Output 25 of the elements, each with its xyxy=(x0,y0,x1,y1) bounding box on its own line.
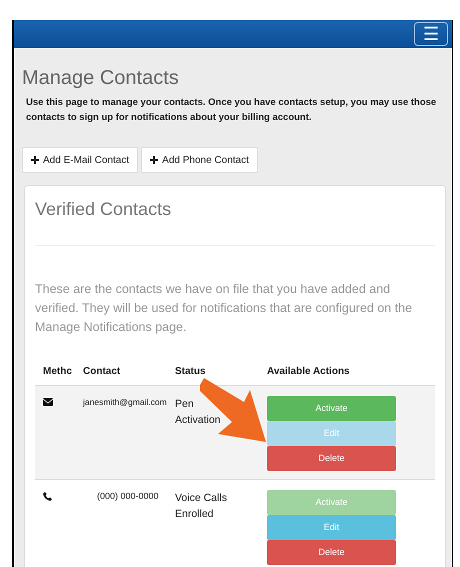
plus-icon xyxy=(31,156,39,164)
menu-button[interactable]: ☰ xyxy=(414,22,448,46)
panel-title: Verified Contacts xyxy=(35,198,172,221)
edit-button[interactable]: Edit xyxy=(267,515,396,540)
activate-button[interactable]: Activate xyxy=(267,396,396,421)
envelope-icon xyxy=(43,398,53,406)
add-contact-button[interactable]: Add Phone Contact xyxy=(141,147,258,173)
panel-intro: These are the contacts we have on file that you have added and verified. They will be used for notifications that are configured on the Manage Notifications page. xyxy=(35,281,414,336)
status-text: Enrolled xyxy=(175,507,214,522)
delete-button[interactable]: Delete xyxy=(267,446,396,471)
column-header: Status xyxy=(175,365,207,379)
page-title: Manage Contacts xyxy=(22,66,180,91)
add-contact-button[interactable]: Add E-Mail Contact xyxy=(22,147,138,173)
status-text: Pen xyxy=(175,397,194,412)
page-description: Use this page to manage your contacts. Once you have contacts setup, you may use those contacts to sign up for notifications about your billing account. xyxy=(25,96,438,125)
column-header: Methc xyxy=(43,365,73,379)
phone-icon xyxy=(43,492,52,501)
plus-icon xyxy=(150,156,158,164)
column-header: Available Actions xyxy=(267,365,351,379)
column-header: Contact xyxy=(83,365,122,379)
contact-value: (000) 000-0000 xyxy=(96,491,159,501)
status-text: Voice Calls xyxy=(175,491,227,506)
delete-button[interactable]: Delete xyxy=(267,540,396,565)
contact-value: janesmith@gmail.com xyxy=(83,397,167,407)
status-text: Activation xyxy=(175,413,221,428)
